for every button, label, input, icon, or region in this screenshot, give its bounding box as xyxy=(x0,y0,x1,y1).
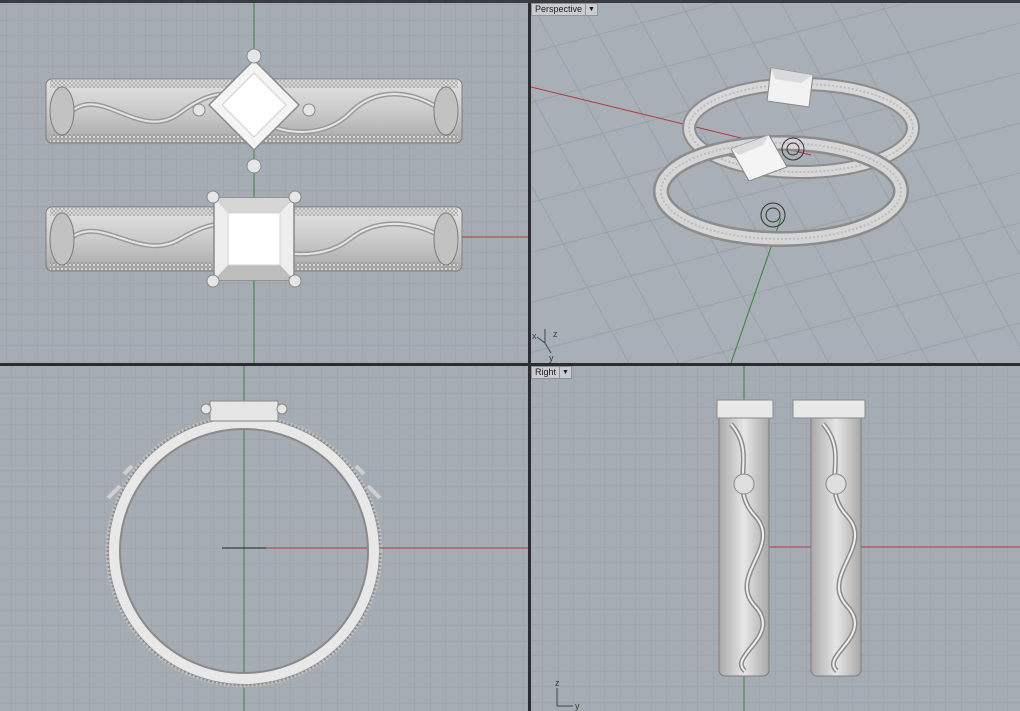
viewport-title: Perspective xyxy=(535,4,583,14)
perspective-viewport[interactable]: Perspective ▼ z x y xyxy=(531,3,1020,363)
y-axis-label: y xyxy=(549,353,554,363)
ring-side-left xyxy=(716,399,774,677)
top-viewport-canvas[interactable] xyxy=(0,3,528,363)
chevron-down-icon[interactable]: ▼ xyxy=(559,367,569,378)
front-viewport-canvas[interactable] xyxy=(0,366,528,711)
right-viewport-label[interactable]: Right ▼ xyxy=(531,366,572,379)
chevron-down-icon[interactable]: ▼ xyxy=(585,4,595,15)
front-viewport[interactable] xyxy=(0,366,528,711)
z-axis-label: z xyxy=(553,329,558,339)
perspective-viewport-label[interactable]: Perspective ▼ xyxy=(531,3,598,16)
y-axis-label: y xyxy=(575,701,580,711)
viewport-layout: Perspective ▼ z x y Right ▼ z y xyxy=(0,0,1020,711)
top-viewport[interactable] xyxy=(0,3,528,363)
z-axis-label: z xyxy=(555,678,560,688)
right-viewport[interactable]: Right ▼ z y xyxy=(531,366,1020,711)
x-axis-label: x xyxy=(532,331,537,341)
perspective-viewport-canvas[interactable]: z x y xyxy=(531,3,1020,363)
viewport-title: Right xyxy=(535,367,557,377)
right-viewport-canvas[interactable]: z y xyxy=(531,366,1020,711)
